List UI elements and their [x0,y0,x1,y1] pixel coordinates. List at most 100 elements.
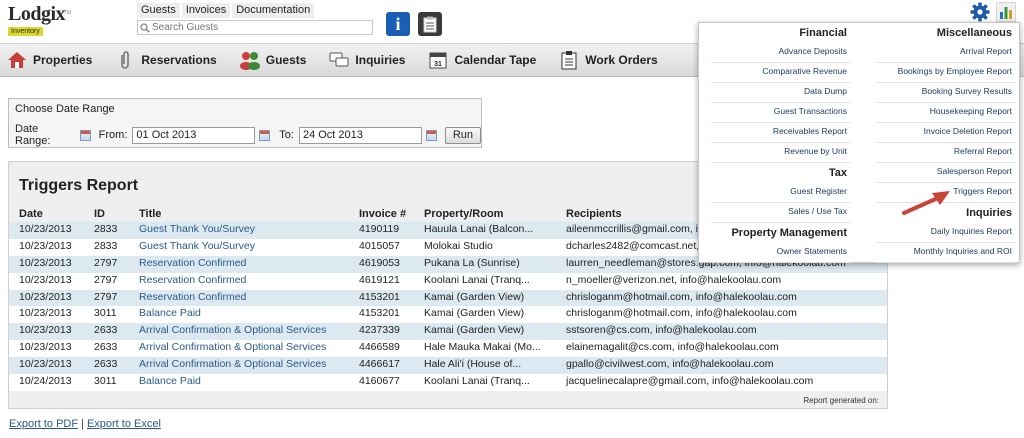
nav-calendar-tape-label: Calendar Tape [454,53,537,67]
table-row[interactable]: 10/24/2013 3011 Balance Paid 4160677 Koolani… [9,374,887,391]
cell-property: Hale Ali'i (House of... [424,358,522,371]
table-row[interactable]: 10/23/2013 2633 Arrival Confirmation & Opt… [9,323,887,341]
reports-menu-item[interactable]: Revenue by Unit [711,143,851,163]
app-logo[interactable]: Lodgix Inventory TM [8,4,72,36]
info-icon[interactable]: i [386,12,410,36]
top-links: Guests Invoices Documentation [137,3,315,18]
reports-menu-item[interactable]: Guest Transactions [711,103,851,123]
nav-reservations[interactable]: Reservations [114,43,238,77]
cell-title[interactable]: Balance Paid [139,307,354,319]
cell-title[interactable]: Guest Thank You/Survey [139,223,354,235]
cell-id: 2633 [94,341,118,354]
top-link-documentation[interactable]: Documentation [232,3,315,18]
reports-menu-item[interactable]: Sales / Use Tax [711,203,851,223]
top-link-invoices[interactable]: Invoices [181,3,231,18]
cell-title[interactable]: Reservation Confirmed [139,257,354,269]
to-calendar-icon[interactable] [425,129,437,141]
reports-menu-item[interactable]: Receivables Report [711,123,851,143]
to-date-input[interactable] [298,126,422,144]
from-date-input[interactable] [132,126,256,144]
col-id[interactable]: ID [94,208,134,220]
table-row[interactable]: 10/23/2013 3011 Balance Paid 4153201 Kamai (… [9,306,887,324]
nav-inquiries-label: Inquiries [355,53,406,67]
date-range-panel: Choose Date Range Date Range: From: To: … [8,98,482,148]
nav-calendar-tape[interactable]: 31 Calendar Tape [427,43,558,77]
cell-title[interactable]: Reservation Confirmed [139,274,354,286]
reports-menu-item[interactable]: Invoice Deletion Report [876,123,1016,143]
top-link-guests[interactable]: Guests [137,3,180,18]
highlight-arrow [902,191,950,215]
table-row[interactable]: 10/23/2013 2797 Reservation Confirmed 46191… [9,272,887,290]
search-icon [138,21,152,34]
table-row[interactable]: 10/23/2013 2797 Reservation Confirmed 41532… [9,289,887,307]
col-invoice[interactable]: Invoice # [359,208,421,220]
reports-menu-item[interactable]: Housekeeping Report [876,103,1016,123]
cell-id: 3011 [94,307,117,320]
export-excel-link[interactable]: Export to Excel [87,418,161,430]
cell-title[interactable]: Arrival Confirmation & Optional Services [139,324,354,336]
reports-chart-icon[interactable] [996,2,1016,22]
cell-title[interactable]: Balance Paid [139,375,354,387]
cell-title[interactable]: Reservation Confirmed [139,291,354,303]
cell-invoice: 4619053 [359,256,400,269]
cell-invoice: 4237339 [359,324,400,337]
cell-recipients: n_moeller@verizon.net, info@halekoolau.c… [566,273,782,286]
search-box [137,20,373,35]
logo-trademark: TM [64,10,72,16]
col-title[interactable]: Title [139,208,354,220]
nav-guests-label: Guests [265,53,307,67]
cell-id: 3011 [94,375,117,388]
reports-menu-item[interactable]: Booking Survey Results [876,83,1016,103]
reports-menu-item[interactable]: Advance Deposits [711,43,851,63]
cell-date: 10/23/2013 [19,223,72,235]
export-pdf-link[interactable]: Export to PDF [9,418,78,430]
clipboard-icon [558,49,580,71]
reports-menu-item[interactable]: Comparative Revenue [711,63,851,83]
cell-property: Kamai (Garden View) [424,324,525,337]
col-date[interactable]: Date [19,208,91,220]
reports-menu-item[interactable]: Data Dump [711,83,851,103]
cell-recipients: chrisloganm@hotmail.com, info@halekoolau… [566,307,797,320]
cell-title[interactable]: Arrival Confirmation & Optional Services [139,341,354,353]
table-row[interactable]: 10/23/2013 2633 Arrival Confirmation & Opt… [9,340,887,358]
reports-menu-item[interactable]: Referral Report [876,143,1016,163]
nav-work-orders[interactable]: Work Orders [558,43,679,77]
col-property[interactable]: Property/Room [424,208,564,220]
notes-icon[interactable] [418,12,442,36]
reports-menu-item[interactable]: Salesperson Report [876,163,1016,183]
reports-menu-item[interactable]: Guest Register [711,183,851,203]
cell-invoice: 4153201 [359,307,400,320]
run-button[interactable]: Run [444,126,481,144]
reports-menu-item[interactable]: Bookings by Employee Report [876,63,1016,83]
from-calendar-icon[interactable] [259,129,271,141]
cell-id: 2633 [94,324,118,337]
nav-work-orders-label: Work Orders [585,53,658,67]
cell-title[interactable]: Guest Thank You/Survey [139,240,354,252]
search-input[interactable] [152,22,370,33]
reports-menu-item[interactable]: Monthly Inquiries and ROI [876,243,1016,263]
cell-invoice: 4619121 [359,273,400,286]
cell-title[interactable]: Arrival Confirmation & Optional Services [139,358,354,370]
export-separator: | [81,418,84,430]
cell-id: 2633 [94,358,118,371]
nav-guests[interactable]: Guests [239,43,329,77]
reports-menu-item[interactable]: Owner Statements [711,243,851,263]
nav-properties[interactable]: Properties [0,43,114,77]
date-range-calendar-icon[interactable] [79,129,91,141]
reports-menu-heading: Financial [799,27,847,39]
cell-invoice: 4015057 [359,239,400,252]
gear-icon[interactable] [969,1,991,23]
from-label: From: [98,129,128,141]
calendar-icon: 31 [427,49,449,71]
reports-menu-heading: Tax [828,167,847,179]
reports-menu-item[interactable]: Arrival Report [876,43,1016,63]
report-footer: Report generated on: [803,396,879,405]
cell-recipients: elainemagalit@cs.com, info@halekoolau.co… [566,341,779,354]
cell-property: Pukana La (Sunrise) [424,256,520,269]
report-title: Triggers Report [19,177,139,194]
date-range-label: Date Range: [15,123,51,147]
reports-menu-item[interactable]: Daily Inquiries Report [876,223,1016,243]
table-row[interactable]: 10/23/2013 2633 Arrival Confirmation & Opt… [9,357,887,375]
cell-date: 10/23/2013 [19,341,72,354]
nav-inquiries[interactable]: Inquiries [328,43,427,77]
